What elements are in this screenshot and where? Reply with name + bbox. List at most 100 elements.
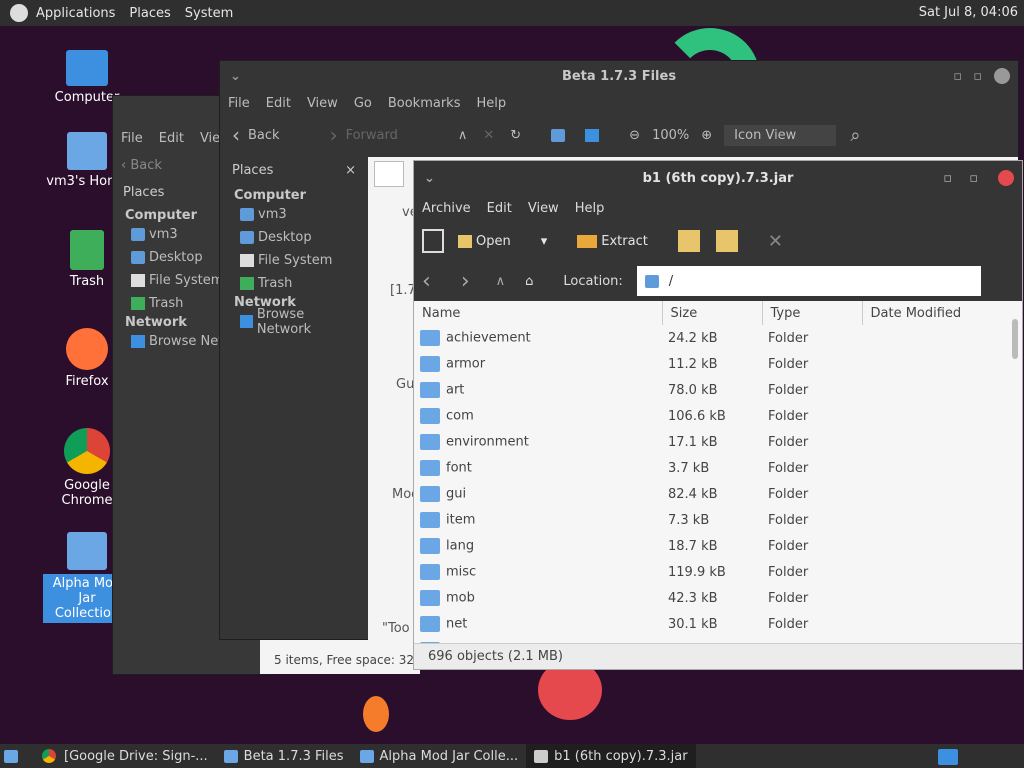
reload-icon[interactable]: ↻ <box>510 128 521 143</box>
cell-name: com <box>414 403 662 429</box>
task-google-drive[interactable]: [Google Drive: Sign-... <box>56 744 216 768</box>
menu-archive[interactable]: Archive <box>422 201 471 216</box>
menu-file[interactable]: File <box>121 131 143 146</box>
table-row[interactable]: armor 11.2 kB Folder <box>414 351 1009 377</box>
edit-icon[interactable] <box>374 161 404 187</box>
sidebar-item-trash[interactable]: Trash <box>234 272 354 295</box>
workspace-switcher-icon[interactable] <box>938 749 958 765</box>
cell-size: 17.1 kB <box>668 434 718 450</box>
files-sidebar: Places × Computer vm3 Desktop File Syste… <box>220 157 368 641</box>
stop-icon[interactable]: ✕ <box>483 128 494 143</box>
home-icon[interactable]: ⌂ <box>525 274 533 289</box>
cell-size: 24.2 kB <box>668 330 718 346</box>
up-icon[interactable]: ∧ <box>458 128 468 143</box>
cell-name: misc <box>414 559 662 585</box>
table-row[interactable]: art 78.0 kB Folder <box>414 377 1009 403</box>
close-icon[interactable] <box>994 68 1010 84</box>
table-row[interactable]: item 7.3 kB Folder <box>414 507 1009 533</box>
close-icon[interactable] <box>998 170 1014 186</box>
archive-title-bar[interactable]: ⌄ b1 (6th copy).7.3.jar ▫ ▫ <box>414 161 1022 195</box>
column-name[interactable]: Name <box>414 301 663 325</box>
sidebar-item-browse-network[interactable]: Browse Network <box>234 307 354 337</box>
window-menu-icon[interactable]: ⌄ <box>230 69 241 84</box>
view-mode-select[interactable]: Icon View <box>724 124 837 146</box>
forward-button[interactable]: Forward <box>346 128 398 143</box>
close-sidebar-icon[interactable]: × <box>345 163 356 178</box>
cell-date <box>862 351 1009 377</box>
minimize-icon[interactable]: ▫ <box>953 69 962 84</box>
cell-type: Folder <box>768 330 809 346</box>
back-button[interactable]: Back <box>248 128 280 143</box>
table-row[interactable]: com 106.6 kB Folder <box>414 403 1009 429</box>
sidebar-item-vm3[interactable]: vm3 <box>234 203 354 226</box>
up-icon[interactable]: ∧ <box>496 274 506 289</box>
location-field[interactable]: / <box>636 266 981 296</box>
menu-view[interactable]: View <box>528 201 559 216</box>
add-folder-icon[interactable] <box>715 230 738 252</box>
table-row[interactable]: environment 17.1 kB Folder <box>414 429 1009 455</box>
menu-edit[interactable]: Edit <box>266 96 291 111</box>
task-alpha-mod[interactable]: Alpha Mod Jar Colle... <box>352 744 527 768</box>
places-dropdown[interactable]: Places × <box>220 157 368 184</box>
cell-type: Folder <box>768 590 809 606</box>
forward-icon[interactable]: › <box>461 269 470 294</box>
maximize-icon[interactable]: ▫ <box>969 171 978 186</box>
menu-bookmarks[interactable]: Bookmarks <box>388 96 461 111</box>
forward-icon[interactable]: › <box>330 123 338 147</box>
desktop-icon-label: Computer <box>54 90 120 105</box>
menu-go[interactable]: Go <box>354 96 372 111</box>
column-type[interactable]: Type <box>762 301 863 325</box>
cell-date <box>862 559 1009 585</box>
menu-edit[interactable]: Edit <box>159 131 184 146</box>
zoom-in-icon[interactable]: ⊕ <box>701 128 712 143</box>
content-partial-text: Gu <box>396 377 415 392</box>
sidebar-item-filesystem[interactable]: File System <box>234 249 354 272</box>
files-title-bar[interactable]: ⌄ Beta 1.7.3 Files ▫ ▫ <box>220 61 1018 91</box>
home-folder-icon[interactable] <box>551 128 566 142</box>
table-row[interactable]: lang 18.7 kB Folder <box>414 533 1009 559</box>
maximize-icon[interactable]: ▫ <box>973 69 982 84</box>
back-icon[interactable]: ‹ <box>422 269 431 294</box>
open-folder-icon <box>458 234 472 248</box>
menu-help[interactable]: Help <box>476 96 506 111</box>
folder-icon <box>420 460 440 476</box>
back-icon[interactable]: ‹ <box>232 123 240 147</box>
table-row[interactable]: achievement 24.2 kB Folder <box>414 325 1009 351</box>
menu-help[interactable]: Help <box>575 201 605 216</box>
gnome-foot-icon[interactable] <box>10 4 28 22</box>
file-list: Name Size Type Date Modified achievement… <box>414 301 1009 663</box>
menu-view[interactable]: View <box>307 96 338 111</box>
system-menu[interactable]: System <box>185 6 233 21</box>
cell-size: 106.6 kB <box>668 408 726 424</box>
scrollbar[interactable] <box>1012 319 1018 359</box>
window-menu-icon[interactable]: ⌄ <box>424 171 435 186</box>
add-files-icon[interactable] <box>677 230 700 252</box>
open-button[interactable]: Open <box>476 234 511 249</box>
menu-file[interactable]: File <box>228 96 250 111</box>
search-icon[interactable]: ⌕ <box>850 125 860 146</box>
table-row[interactable]: mob 42.3 kB Folder <box>414 585 1009 611</box>
archive-window[interactable]: ⌄ b1 (6th copy).7.3.jar ▫ ▫ Archive Edit… <box>413 160 1023 670</box>
folder-icon <box>420 538 440 554</box>
menu-edit[interactable]: Edit <box>487 201 512 216</box>
task-archive[interactable]: b1 (6th copy).7.3.jar <box>526 744 696 768</box>
extract-button[interactable]: Extract <box>601 234 648 249</box>
new-archive-icon[interactable] <box>422 229 444 253</box>
column-size[interactable]: Size <box>662 301 763 325</box>
sidebar-item-desktop[interactable]: Desktop <box>234 226 354 249</box>
places-menu[interactable]: Places <box>129 6 170 21</box>
table-row[interactable]: font 3.7 kB Folder <box>414 455 1009 481</box>
table-row[interactable]: misc 119.9 kB Folder <box>414 559 1009 585</box>
table-row[interactable]: net 30.1 kB Folder <box>414 611 1009 637</box>
column-date-modified[interactable]: Date Modified <box>862 301 1009 325</box>
minimize-icon[interactable]: ▫ <box>943 171 952 186</box>
table-row[interactable]: gui 82.4 kB Folder <box>414 481 1009 507</box>
zoom-out-icon[interactable]: ⊖ <box>629 128 640 143</box>
open-dropdown-icon[interactable]: ▾ <box>541 234 548 249</box>
task-beta-files[interactable]: Beta 1.7.3 Files <box>216 744 352 768</box>
show-desktop-icon[interactable] <box>4 749 18 763</box>
clock[interactable]: Sat Jul 8, 04:06 <box>919 5 1018 20</box>
computer-icon[interactable] <box>585 128 600 142</box>
applications-menu[interactable]: Applications <box>36 6 115 21</box>
delete-icon[interactable]: ✕ <box>768 231 783 252</box>
